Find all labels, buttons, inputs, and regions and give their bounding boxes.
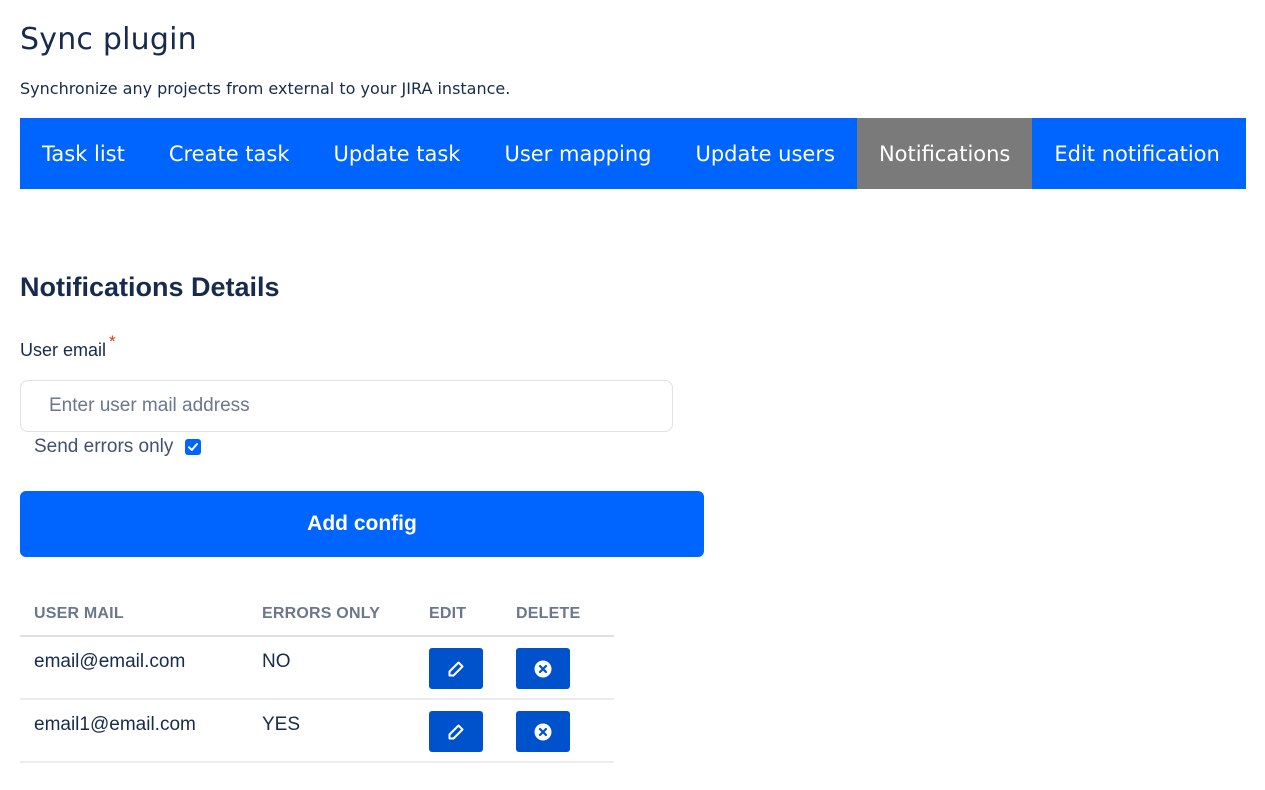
tab-create-task[interactable]: Create task — [147, 118, 312, 189]
cell-edit — [415, 637, 508, 698]
cell-errors-only: YES — [262, 714, 301, 735]
send-errors-label: Send errors only — [34, 436, 174, 457]
delete-button[interactable] — [516, 711, 570, 752]
tab-edit-notification[interactable]: Edit notification — [1032, 118, 1241, 189]
section-title: Notifications Details — [20, 272, 280, 302]
cell-errors-only: NO — [262, 651, 291, 672]
add-config-button[interactable]: Add config — [20, 491, 704, 557]
close-circle-icon — [534, 660, 552, 677]
tab-task-list[interactable]: Task list — [20, 118, 147, 189]
table-row: email@email.com NO — [20, 637, 614, 700]
cell-user-mail: email@email.com — [34, 651, 186, 672]
user-email-label-text: User email — [20, 340, 107, 360]
tab-update-task[interactable]: Update task — [312, 118, 483, 189]
user-email-input[interactable] — [20, 380, 673, 432]
tab-update-users[interactable]: Update users — [673, 118, 856, 189]
cell-edit — [415, 700, 508, 761]
user-email-label: User email * — [20, 332, 116, 361]
send-errors-row: Send errors only — [34, 436, 202, 458]
header-edit: EDIT — [429, 605, 467, 622]
header-delete: DELETE — [516, 605, 581, 622]
required-mark: * — [109, 332, 116, 351]
header-errors-only: ERRORS ONLY — [262, 605, 381, 622]
cell-delete — [508, 637, 614, 698]
pencil-icon — [448, 724, 464, 739]
tab-user-mapping[interactable]: User mapping — [482, 118, 673, 189]
app-subtitle: Synchronize any projects from external t… — [20, 79, 511, 98]
edit-button[interactable] — [429, 648, 483, 689]
table-header: USER MAIL ERRORS ONLY EDIT DELETE — [20, 593, 614, 637]
header-user-mail: USER MAIL — [34, 605, 124, 622]
tab-notifications[interactable]: Notifications — [856, 118, 1033, 189]
delete-button[interactable] — [516, 648, 570, 689]
edit-button[interactable] — [429, 711, 483, 752]
close-circle-icon — [534, 723, 552, 740]
table-row: email1@email.com YES — [20, 700, 614, 763]
top-nav: Task list Create task Update task User m… — [20, 118, 1246, 189]
checkmark-icon — [188, 443, 199, 451]
cell-user-mail: email1@email.com — [34, 714, 196, 735]
app-title: Sync plugin — [20, 22, 197, 57]
pencil-icon — [448, 661, 464, 676]
cell-delete — [508, 700, 614, 761]
send-errors-checkbox[interactable] — [185, 439, 202, 455]
page: Sync plugin Synchronize any projects fro… — [0, 0, 1265, 790]
notifications-table: USER MAIL ERRORS ONLY EDIT DELETE email@… — [20, 593, 614, 763]
